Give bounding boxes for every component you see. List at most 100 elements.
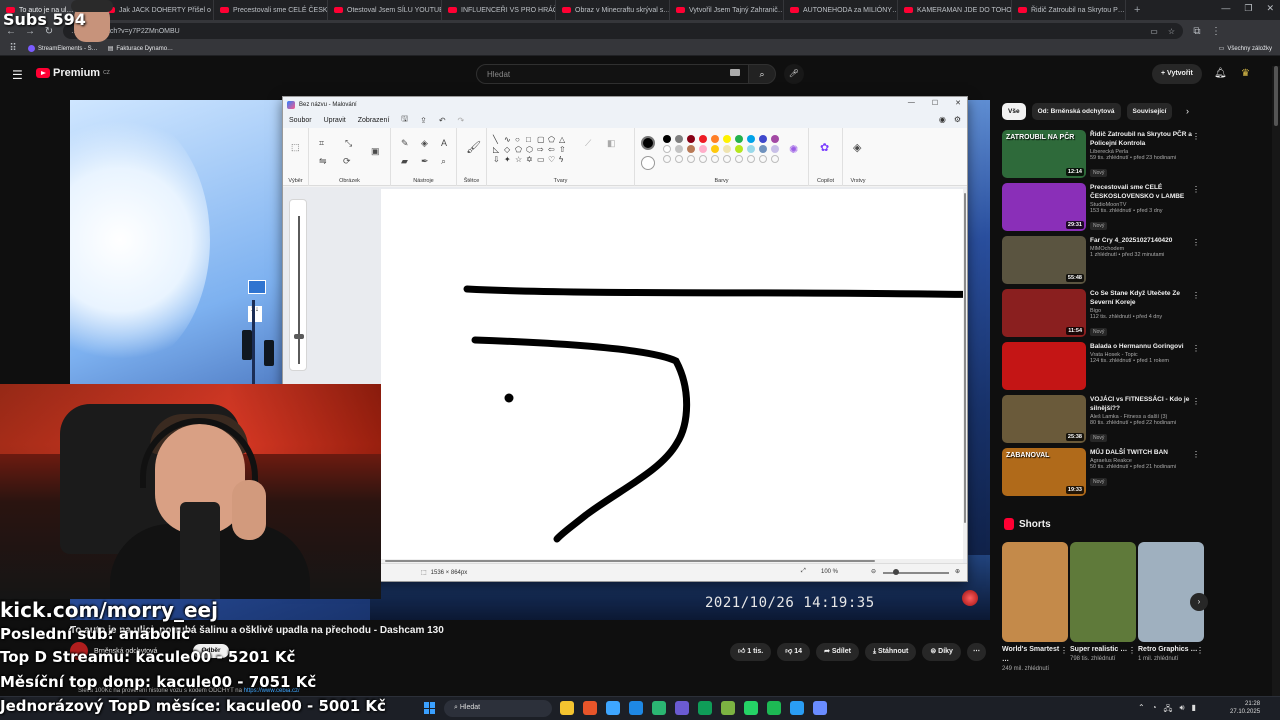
extensions-icon[interactable]: ⧉ bbox=[1192, 26, 1202, 37]
video-title-link[interactable]: Řidič Zatroubil na Skrytou PČR a Policej… bbox=[1090, 130, 1194, 148]
video-thumbnail[interactable]: ZABANOVAL 19:33 bbox=[1002, 448, 1086, 496]
lightning-shape-icon[interactable]: ϟ bbox=[559, 155, 570, 164]
battery-icon[interactable]: ▮ bbox=[1192, 703, 1196, 717]
group-layers[interactable]: ◈ Vrstvy bbox=[843, 128, 873, 186]
heart-shape-icon[interactable]: ♡ bbox=[548, 155, 559, 164]
network-icon[interactable]: 🖧︎ bbox=[1164, 703, 1173, 717]
custom-color-slot[interactable] bbox=[723, 155, 731, 163]
color-swatch[interactable] bbox=[759, 135, 767, 143]
account-icon[interactable]: ◉ bbox=[939, 115, 946, 124]
color-swatch[interactable] bbox=[723, 145, 731, 153]
more-options-icon[interactable]: ⋮ bbox=[1196, 646, 1204, 655]
video-thumbnail[interactable]: ZATROUBIL NA PČR 12:14 bbox=[1002, 130, 1086, 178]
pentagon-shape-icon[interactable]: ⬠ bbox=[515, 145, 526, 154]
triangle-shape-icon[interactable]: △ bbox=[559, 135, 570, 144]
settings-icon[interactable]: ⚙ bbox=[954, 115, 961, 124]
zoom-in-icon[interactable]: ⊕ bbox=[955, 568, 960, 575]
keyboard-icon[interactable] bbox=[730, 69, 740, 76]
share-icon[interactable]: ⇪ bbox=[420, 116, 427, 125]
taskbar-app-icon[interactable] bbox=[652, 701, 666, 715]
edit-colors-icon[interactable]: ✺ bbox=[789, 143, 798, 156]
menu-edit[interactable]: Upravit bbox=[324, 117, 346, 124]
page-scrollbar[interactable] bbox=[1272, 66, 1280, 716]
custom-color-slot[interactable] bbox=[687, 155, 695, 163]
account-avatar[interactable]: ♛ bbox=[1241, 68, 1250, 79]
video-title-link[interactable]: Precestovali sme CELÉ ČESKOSLOVENSKO v L… bbox=[1090, 183, 1194, 201]
canvas-vertical-scrollbar[interactable] bbox=[963, 189, 967, 559]
undo-icon[interactable]: ↶ bbox=[439, 116, 446, 125]
hexagon-shape-icon[interactable]: ⬡ bbox=[526, 145, 537, 154]
color-swatch[interactable] bbox=[663, 135, 671, 143]
short-title[interactable]: Retro Graphics … bbox=[1138, 645, 1204, 655]
thanks-button[interactable]: ⊜ Díky bbox=[922, 643, 961, 661]
group-copilot[interactable]: ✿ Copilot bbox=[809, 128, 843, 186]
color-swatch[interactable] bbox=[747, 135, 755, 143]
taskbar-clock[interactable]: 21:28 27.10.2025 bbox=[1230, 700, 1260, 716]
color-picker-icon[interactable]: ✒ bbox=[421, 156, 429, 167]
more-options-icon[interactable]: ⋮ bbox=[1192, 238, 1200, 247]
video-thumbnail[interactable]: 29:31 bbox=[1002, 183, 1086, 231]
custom-color-slot[interactable] bbox=[771, 155, 779, 163]
line-shape-icon[interactable]: ╲ bbox=[493, 135, 504, 144]
magnifier-icon[interactable]: ⌕ bbox=[441, 156, 446, 167]
address-input[interactable]: …e.com/watch?v=y7P2ZMnOMBU ▭ ☆ bbox=[63, 23, 1183, 39]
callout-shape-icon[interactable]: ▭ bbox=[537, 155, 548, 164]
browser-tab[interactable]: Precestovali sme CELÉ ČESKO…✕ bbox=[214, 0, 328, 20]
recommended-video[interactable]: 55:48 Far Cry 4_20251027140420 MlMOchodem 1… bbox=[1002, 236, 1202, 284]
color-swatch[interactable] bbox=[663, 145, 671, 153]
video-thumbnail[interactable] bbox=[1002, 342, 1086, 390]
taskbar-app-icon[interactable] bbox=[790, 701, 804, 715]
search-button[interactable]: ⌕ bbox=[748, 64, 776, 84]
arrow-up-shape-icon[interactable]: ⇧ bbox=[559, 145, 570, 154]
group-tools[interactable]: ✎ ◈ A ▰ ✒ ⌕ Nástroje bbox=[391, 128, 457, 186]
color-swatch[interactable] bbox=[711, 135, 719, 143]
secondary-color-swatch[interactable] bbox=[641, 156, 655, 170]
taskbar-app-icon[interactable] bbox=[583, 701, 597, 715]
custom-color-slot[interactable] bbox=[759, 155, 767, 163]
zoom-level[interactable]: 100 % bbox=[821, 569, 838, 575]
fill-shape-icon[interactable]: ◧ bbox=[607, 138, 616, 149]
browser-tab[interactable]: Otestoval Jsem SÍLU YOUTUB…✕ bbox=[328, 0, 442, 20]
primary-color-swatch[interactable] bbox=[641, 136, 655, 150]
custom-color-slot[interactable] bbox=[711, 155, 719, 163]
recommended-video[interactable]: ZABANOVAL 19:33 MŮJ DALŠÍ TWITCH BAN Agrael… bbox=[1002, 448, 1202, 496]
group-image[interactable]: ⌗ ⤡ ⇋ ⟳ ▣ Obrázek bbox=[309, 128, 391, 186]
drawing-canvas[interactable] bbox=[381, 189, 1003, 559]
image-select-icon[interactable]: ▣ bbox=[371, 146, 380, 157]
group-selection[interactable]: ⬚ Výběr bbox=[283, 128, 309, 186]
video-title-link[interactable]: VOJÁCI vs FITNESSÁCI - Kdo je silnější?? bbox=[1090, 395, 1194, 413]
custom-color-slot[interactable] bbox=[663, 155, 671, 163]
tray-app-icon[interactable]: ◔ bbox=[1152, 703, 1157, 717]
video-title-link[interactable]: Balada o Hermannu Goringovi bbox=[1090, 342, 1194, 351]
rounded-rect-shape-icon[interactable]: ▢ bbox=[537, 135, 548, 144]
short-thumbnail[interactable] bbox=[1002, 542, 1068, 642]
browser-tab[interactable]: Řidič Zatroubil na Skrytou P…✕ bbox=[1012, 0, 1126, 20]
more-options-icon[interactable]: ⋮ bbox=[1192, 397, 1200, 406]
like-button[interactable]: 👍︎ 1 tis. bbox=[730, 643, 772, 661]
share-button[interactable]: ➦ Sdílet bbox=[816, 643, 859, 661]
chevron-right-icon[interactable]: › bbox=[1186, 106, 1189, 116]
chip-all[interactable]: Vše bbox=[1002, 103, 1026, 120]
paint-close-icon[interactable]: ✕ bbox=[955, 99, 961, 107]
browser-tab[interactable]: AUTONEHODA za MILIÓNY…✕ bbox=[784, 0, 898, 20]
brush-size-slider[interactable] bbox=[289, 199, 307, 371]
short-thumbnail[interactable] bbox=[1070, 542, 1136, 642]
resize-icon[interactable]: ⤡ bbox=[345, 138, 352, 149]
taskbar-app-icon[interactable] bbox=[629, 701, 643, 715]
pencil-icon[interactable]: ✎ bbox=[401, 138, 409, 149]
group-brushes[interactable]: 🖌︎ Štětce bbox=[457, 128, 487, 186]
zoom-out-icon[interactable]: ⊖ bbox=[871, 568, 876, 575]
redo-icon[interactable]: ↷ bbox=[458, 116, 465, 125]
dislike-button[interactable]: 👎︎ 14 bbox=[777, 643, 811, 661]
polygon-shape-icon[interactable]: ⬠ bbox=[548, 135, 559, 144]
all-bookmarks[interactable]: ▭ Všechny záložky bbox=[1219, 45, 1272, 53]
color-swatch[interactable] bbox=[759, 145, 767, 153]
notifications-bell-icon[interactable]: 🔔︎ bbox=[1214, 68, 1227, 79]
menu-view[interactable]: Zobrazení bbox=[358, 117, 390, 124]
arrow-down-shape-icon[interactable]: ⇩ bbox=[493, 155, 504, 164]
menu-file[interactable]: Soubor bbox=[289, 117, 312, 124]
browser-tab[interactable]: Jak JACK DOHERTY Přišel o V…✕ bbox=[100, 0, 214, 20]
flip-icon[interactable]: ⇋ bbox=[319, 156, 327, 167]
arrow-right-shape-icon[interactable]: ⇨ bbox=[537, 145, 548, 154]
star5-shape-icon[interactable]: ☆ bbox=[515, 155, 526, 164]
